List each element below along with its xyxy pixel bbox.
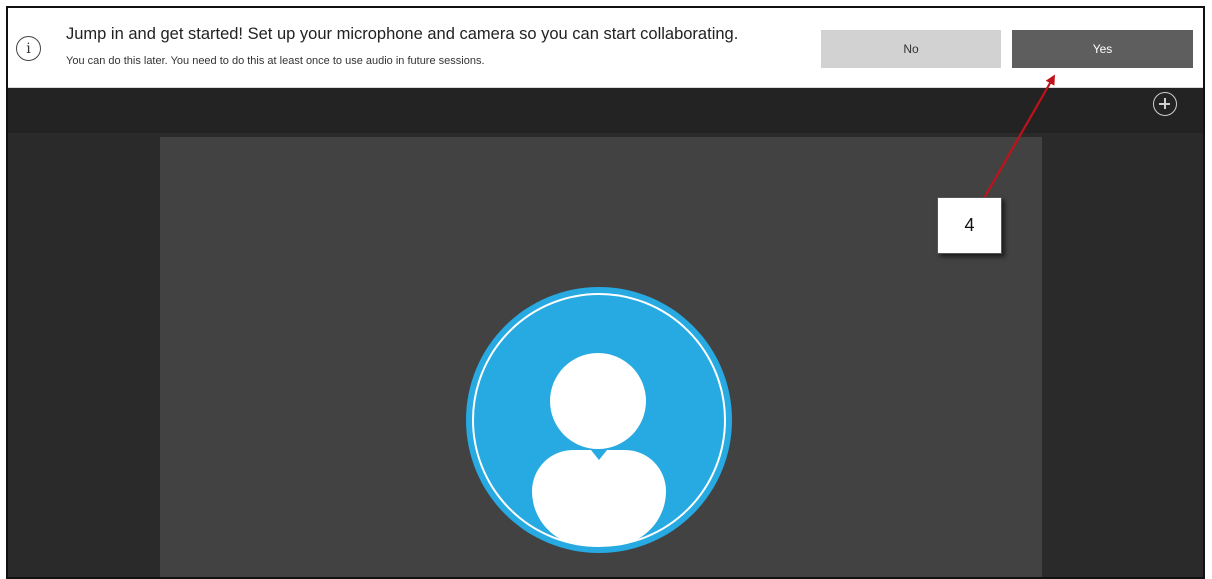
plus-circle-icon[interactable]	[1153, 92, 1177, 116]
setup-banner: i Jump in and get started! Set up your m…	[8, 8, 1203, 88]
step-callout: 4	[937, 197, 1002, 254]
video-stage	[160, 137, 1042, 577]
avatar-collar	[591, 450, 607, 460]
banner-title: Jump in and get started! Set up your mic…	[66, 25, 739, 43]
app-window: i Jump in and get started! Set up your m…	[6, 6, 1205, 579]
no-button[interactable]: No	[821, 30, 1001, 68]
avatar-body	[532, 450, 666, 546]
info-icon: i	[16, 36, 41, 61]
yes-button[interactable]: Yes	[1012, 30, 1193, 68]
user-avatar-icon	[466, 287, 732, 553]
banner-subtitle: You can do this later. You need to do th…	[66, 55, 485, 67]
avatar-head	[550, 353, 646, 449]
session-toolbar	[8, 88, 1203, 133]
